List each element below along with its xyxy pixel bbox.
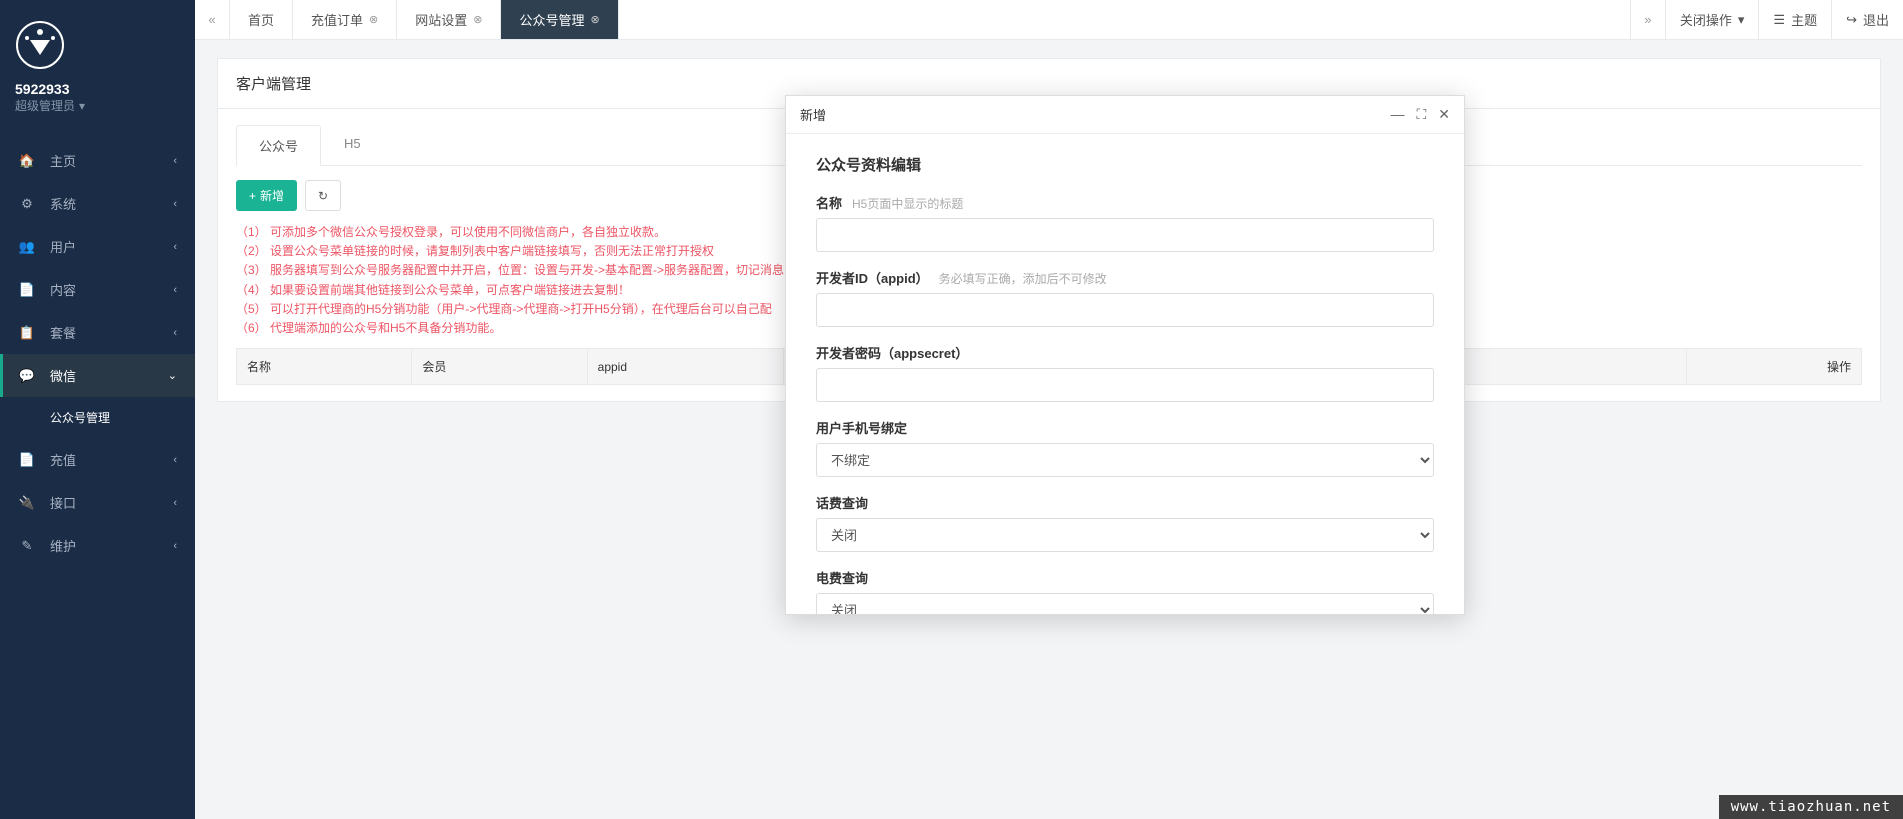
nav-icon: 🏠 xyxy=(18,153,36,169)
minimize-icon[interactable]: — xyxy=(1390,106,1404,123)
sidebar-item-7[interactable]: 🔌接口‹ xyxy=(0,481,195,524)
phone-query-select[interactable]: 关闭 xyxy=(816,518,1434,552)
brand-role[interactable]: 超级管理员▾ xyxy=(15,97,180,114)
field-appsecret: 开发者密码（appsecret） xyxy=(816,343,1434,402)
refresh-button[interactable]: ↻ xyxy=(305,180,341,211)
field-phone-bind: 用户手机号绑定 不绑定 xyxy=(816,418,1434,477)
chevron-icon: ‹ xyxy=(173,155,177,167)
chevron-icon: ⌄ xyxy=(168,369,177,382)
brand-name: 5922933 xyxy=(15,81,180,97)
chevron-down-icon: ▾ xyxy=(1738,12,1745,28)
nav-icon: 📋 xyxy=(18,325,36,341)
column-1: 会员 xyxy=(412,349,587,385)
nav: 🏠主页‹⚙系统‹👥用户‹📄内容‹📋套餐‹💬微信⌄公众号管理📄充值‹🔌接口‹✎维护… xyxy=(0,139,195,567)
sidebar-item-2[interactable]: 👥用户‹ xyxy=(0,225,195,268)
name-input[interactable] xyxy=(816,218,1434,252)
phone-bind-select[interactable]: 不绑定 xyxy=(816,443,1434,477)
sidebar-item-6[interactable]: 📄充值‹ xyxy=(0,438,195,481)
appid-input[interactable] xyxy=(816,293,1434,327)
chevron-icon: ‹ xyxy=(173,241,177,253)
modal: 新增 — ⛶ ✕ 公众号资料编辑 名称H5页面中显示的标题 开发者ID（appi… xyxy=(785,95,1465,615)
nav-icon: 📄 xyxy=(18,452,36,468)
theme-button[interactable]: ☰主题 xyxy=(1758,0,1831,39)
chevron-down-icon: ▾ xyxy=(79,99,85,113)
modal-body: 公众号资料编辑 名称H5页面中显示的标题 开发者ID（appid）务必填写正确，… xyxy=(786,134,1464,614)
close-icon[interactable]: ✕ xyxy=(1438,106,1450,123)
sidebar-item-1[interactable]: ⚙系统‹ xyxy=(0,182,195,225)
nav-icon: 🔌 xyxy=(18,495,36,511)
nav-icon: ✎ xyxy=(18,538,36,554)
maximize-icon[interactable]: ⛶ xyxy=(1416,106,1426,123)
field-appid: 开发者ID（appid）务必填写正确，添加后不可修改 xyxy=(816,268,1434,327)
tab-0[interactable]: 首页 xyxy=(230,0,293,39)
sidebar: 5922933 超级管理员▾ 🏠主页‹⚙系统‹👥用户‹📄内容‹📋套餐‹💬微信⌄公… xyxy=(0,0,195,819)
chevron-icon: ‹ xyxy=(173,327,177,339)
nav-icon: 📄 xyxy=(18,282,36,298)
content: 客户端管理 公众号H5 +新增 ↻ （1） 可添加多个微信公众号授权登录，可以使… xyxy=(195,40,1903,819)
sidebar-item-4[interactable]: 📋套餐‹ xyxy=(0,311,195,354)
close-operations[interactable]: 关闭操作▾ xyxy=(1665,0,1759,39)
nav-icon: ⚙ xyxy=(18,196,36,212)
tabs-scroll-left[interactable]: « xyxy=(195,0,230,39)
field-phone-query: 话费查询 关闭 xyxy=(816,493,1434,552)
column-0: 名称 xyxy=(237,349,412,385)
sidebar-item-5[interactable]: 💬微信⌄ xyxy=(0,354,195,397)
sidebar-item-0[interactable]: 🏠主页‹ xyxy=(0,139,195,182)
tab-1[interactable]: 充值订单⊗ xyxy=(293,0,397,39)
exit-button[interactable]: ↪退出 xyxy=(1831,0,1903,39)
tab-close-icon[interactable]: ⊗ xyxy=(591,13,600,26)
tabbar: « 首页充值订单⊗网站设置⊗公众号管理⊗ » 关闭操作▾ ☰主题 ↪退出 xyxy=(195,0,1903,40)
chevron-icon: ‹ xyxy=(173,284,177,296)
nav-icon: 👥 xyxy=(18,239,36,255)
column-2: appid xyxy=(587,349,783,385)
watermark: www.tiaozhuan.net xyxy=(1719,795,1903,819)
modal-head[interactable]: 新增 — ⛶ ✕ xyxy=(786,96,1464,134)
main: « 首页充值订单⊗网站设置⊗公众号管理⊗ » 关闭操作▾ ☰主题 ↪退出 客户端… xyxy=(195,0,1903,819)
field-elec-query: 电费查询 关闭 xyxy=(816,568,1434,614)
tabs: 首页充值订单⊗网站设置⊗公众号管理⊗ xyxy=(230,0,619,39)
exit-icon: ↪ xyxy=(1846,12,1857,28)
tab-close-icon[interactable]: ⊗ xyxy=(369,13,378,26)
sidebar-subitem[interactable]: 公众号管理 xyxy=(0,397,195,438)
inner-tab-0[interactable]: 公众号 xyxy=(236,125,321,166)
tabs-scroll-right[interactable]: » xyxy=(1630,0,1665,39)
tab-close-icon[interactable]: ⊗ xyxy=(473,13,482,26)
chevron-icon: ‹ xyxy=(173,540,177,552)
sidebar-item-8[interactable]: ✎维护‹ xyxy=(0,524,195,567)
plus-icon: + xyxy=(249,189,256,203)
nav-icon: 💬 xyxy=(18,368,36,384)
brand: 5922933 超级管理员▾ xyxy=(0,0,195,124)
inner-tab-1[interactable]: H5 xyxy=(321,125,384,166)
modal-title: 新增 xyxy=(800,105,826,124)
add-button[interactable]: +新增 xyxy=(236,180,297,211)
chevron-icon: ‹ xyxy=(173,454,177,466)
tab-3[interactable]: 公众号管理⊗ xyxy=(501,0,618,39)
column-6: 操作 xyxy=(1686,349,1861,385)
theme-icon: ☰ xyxy=(1773,12,1785,28)
form-title: 公众号资料编辑 xyxy=(816,154,1434,175)
field-name: 名称H5页面中显示的标题 xyxy=(816,193,1434,252)
chevron-icon: ‹ xyxy=(173,497,177,509)
elec-query-select[interactable]: 关闭 xyxy=(816,593,1434,614)
chevron-icon: ‹ xyxy=(173,198,177,210)
tab-2[interactable]: 网站设置⊗ xyxy=(397,0,501,39)
sidebar-item-3[interactable]: 📄内容‹ xyxy=(0,268,195,311)
appsecret-input[interactable] xyxy=(816,368,1434,402)
logo-icon xyxy=(15,20,65,70)
